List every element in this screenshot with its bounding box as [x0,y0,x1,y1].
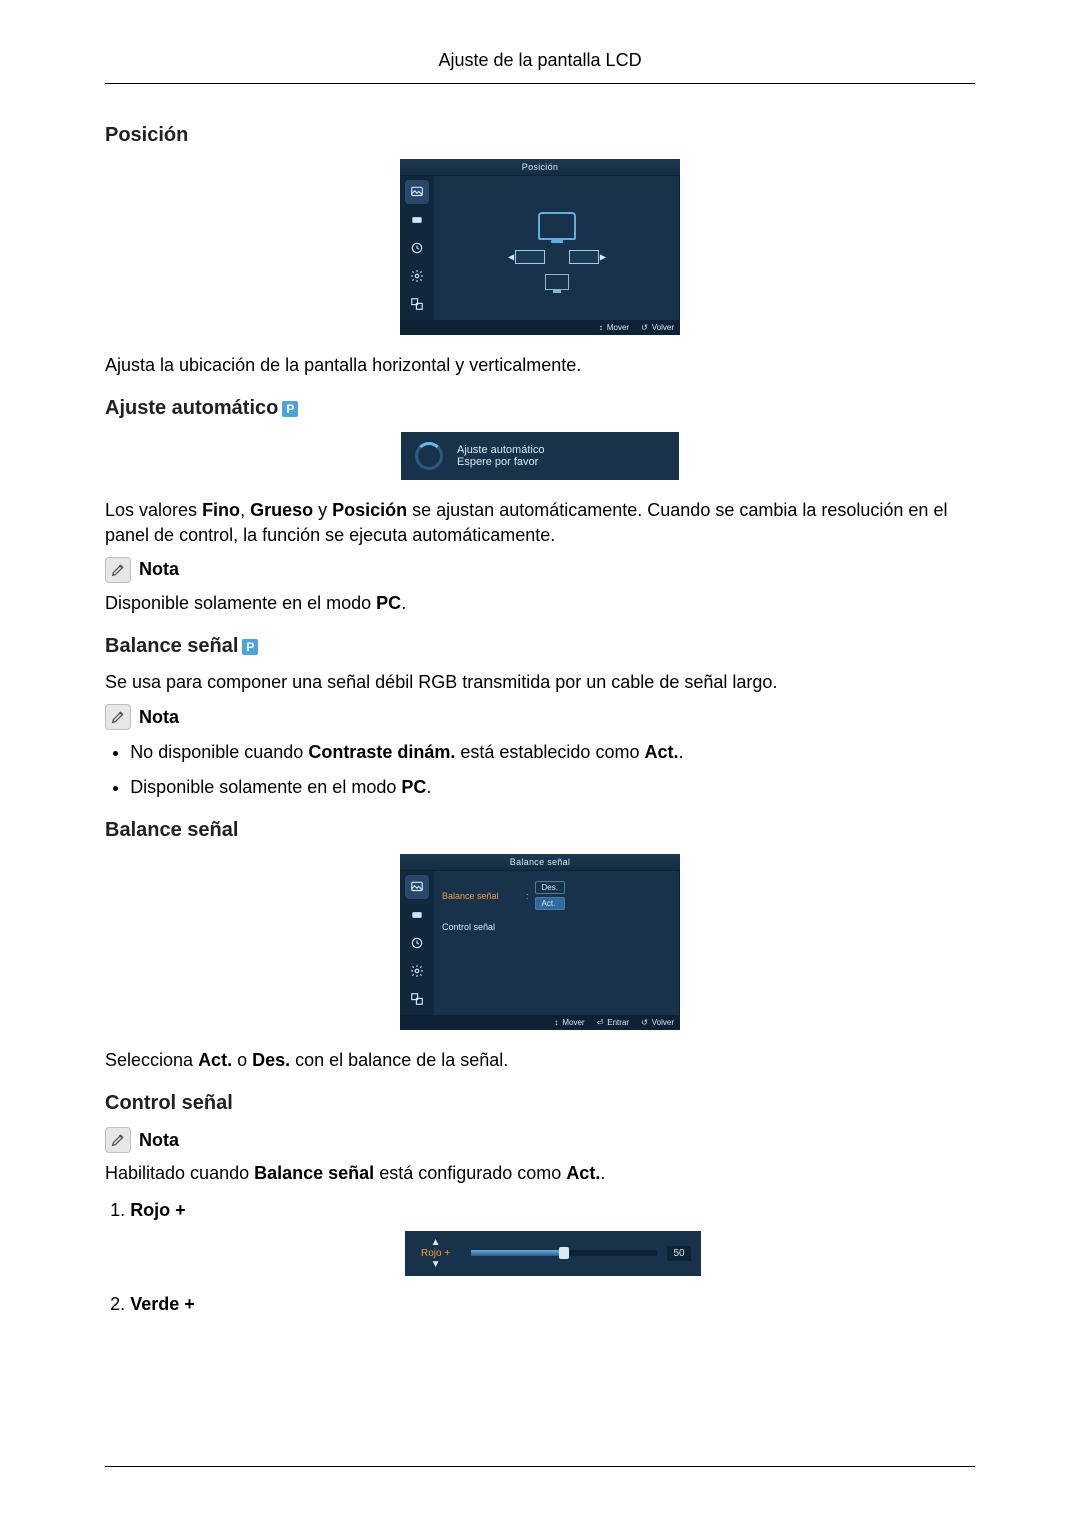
slider-track [471,1250,658,1256]
osd-footer: ↕ Mover ↺ Volver [400,320,680,335]
note-row-balance: Nota [105,704,975,730]
slider-thumb [559,1247,569,1259]
heading-posicion: Posición [105,124,975,147]
balance-sub-desc: Selecciona Act. o Des. con el balance de… [105,1048,975,1072]
picture-icon [405,180,429,204]
bs-row-control: Control señal [442,922,672,932]
footer-return: ↺ Volver [641,1018,674,1027]
bs-row-balance: Balance señal : Des. Act. [442,881,672,910]
input-icon [405,208,429,232]
footer-rule [105,1466,975,1467]
heading-balance-sub: Balance señal [105,819,975,842]
osd-footer: ↕ Mover ⏎ Entrar ↺ Volver [400,1015,680,1030]
auto-desc: Los valores Fino, Grueso y Posición se a… [105,498,975,547]
option-off: Des. [535,881,565,894]
picture-icon [405,875,429,899]
auto-msg1: Ajuste automático [457,444,544,456]
bullet-item: Disponible solamente en el modo PC. [130,775,975,799]
footer-enter: ⏎ Entrar [597,1018,630,1027]
heading-balance: Balance señal P [105,635,975,658]
osd-posicion-title: Posición [400,159,680,176]
control-list: Rojo + ▲ Rojo + ▼ 50 Verde + [105,1200,975,1315]
clock-icon [405,236,429,260]
monitor-icon [538,212,576,240]
input-icon [405,903,429,927]
h-pos-right: ▶ [569,250,599,264]
bullet-item: No disponible cuando Contraste dinám. es… [130,740,975,764]
gear-icon [405,959,429,983]
note-icon [105,704,131,730]
heading-auto: Ajuste automático P [105,397,975,420]
osd-balance: Balance señal [400,854,680,1030]
multi-icon [405,987,429,1011]
osd-balance-title: Balance señal [400,854,680,871]
option-on: Act. [535,897,565,910]
note-icon [105,557,131,583]
page: Ajuste de la pantalla LCD Posición Posic… [0,0,1080,1527]
clock-icon [405,931,429,955]
slider-label: Rojo + [411,1248,461,1259]
slider-value: 50 [667,1246,690,1261]
note-row-auto: Nota [105,557,975,583]
posicion-desc: Ajusta la ubicación de la pantalla horiz… [105,353,975,377]
heading-control: Control señal [105,1092,975,1115]
osd-posicion: Posición [400,159,680,335]
loading-icon [415,442,443,470]
p-badge-icon: P [242,639,258,655]
gear-icon [405,264,429,288]
v-pos-icon [545,274,569,290]
h-pos-left: ◀ [515,250,545,264]
balance-bullets: No disponible cuando Contraste dinám. es… [105,740,975,799]
list-item: Rojo + ▲ Rojo + ▼ 50 [130,1200,975,1276]
osd-tab-icons [400,176,434,320]
footer-move: ↕ Mover [554,1018,584,1027]
control-desc: Habilitado cuando Balance señal está con… [105,1161,975,1185]
p-badge-icon: P [282,401,298,417]
osd-auto-adjust: Ajuste automático Espere por favor [401,432,679,480]
footer-return: ↺ Volver [641,323,674,332]
note-icon [105,1127,131,1153]
multi-icon [405,292,429,316]
list-item: Verde + [130,1294,975,1315]
slider-fill [471,1250,564,1256]
osd-tab-icons [400,871,434,1015]
auto-note-text: Disponible solamente en el modo PC. [105,591,975,615]
page-header: Ajuste de la pantalla LCD [105,50,975,84]
footer-move: ↕ Mover [599,323,629,332]
note-row-control: Nota [105,1127,975,1153]
balance-desc: Se usa para componer una señal débil RGB… [105,670,975,694]
osd-slider-rojo: ▲ Rojo + ▼ 50 [405,1231,701,1276]
auto-msg2: Espere por favor [457,456,544,468]
